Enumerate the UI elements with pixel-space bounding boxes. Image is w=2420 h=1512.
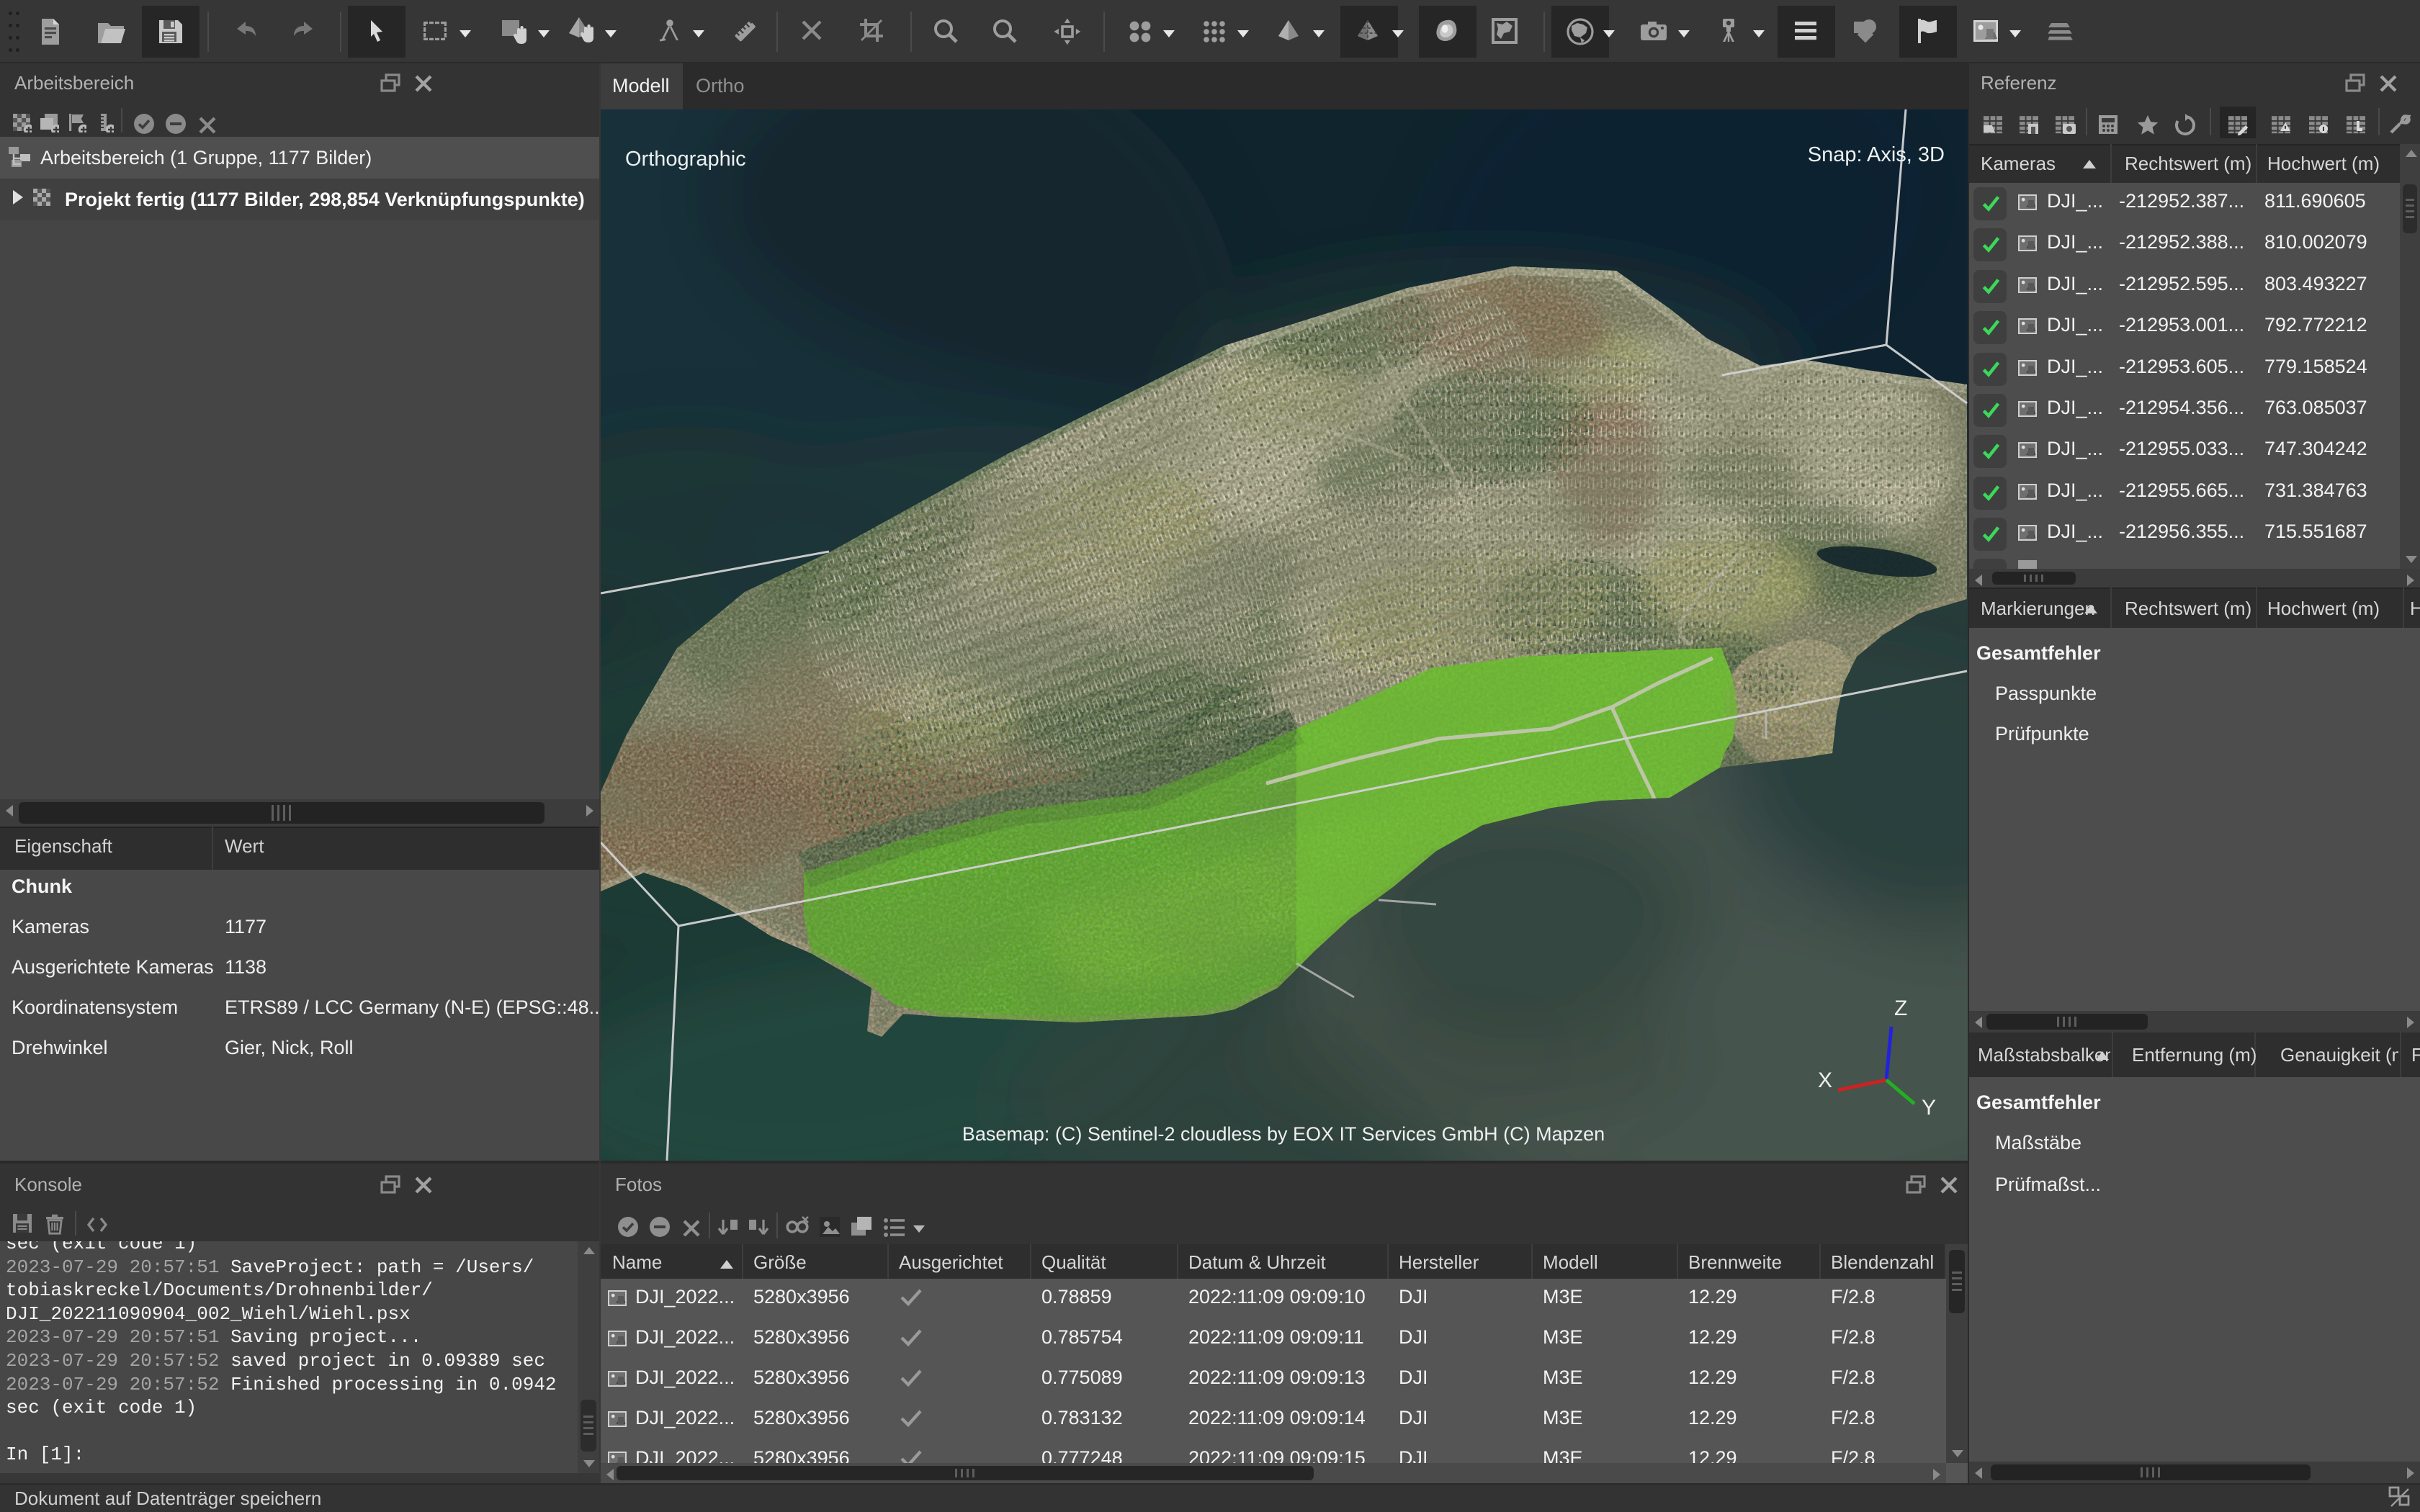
svg-text:Y: Y xyxy=(1922,1096,1936,1120)
svg-text:Orthographic: Orthographic xyxy=(625,148,746,171)
svg-text:Basemap: (C) Sentinel-2 cloudl: Basemap: (C) Sentinel-2 cloudless by EOX… xyxy=(962,1123,1605,1145)
svg-text:Snap: Axis, 3D: Snap: Axis, 3D xyxy=(1808,143,1945,166)
svg-text:X: X xyxy=(1818,1068,1832,1092)
svg-text:Z: Z xyxy=(1894,996,1907,1020)
